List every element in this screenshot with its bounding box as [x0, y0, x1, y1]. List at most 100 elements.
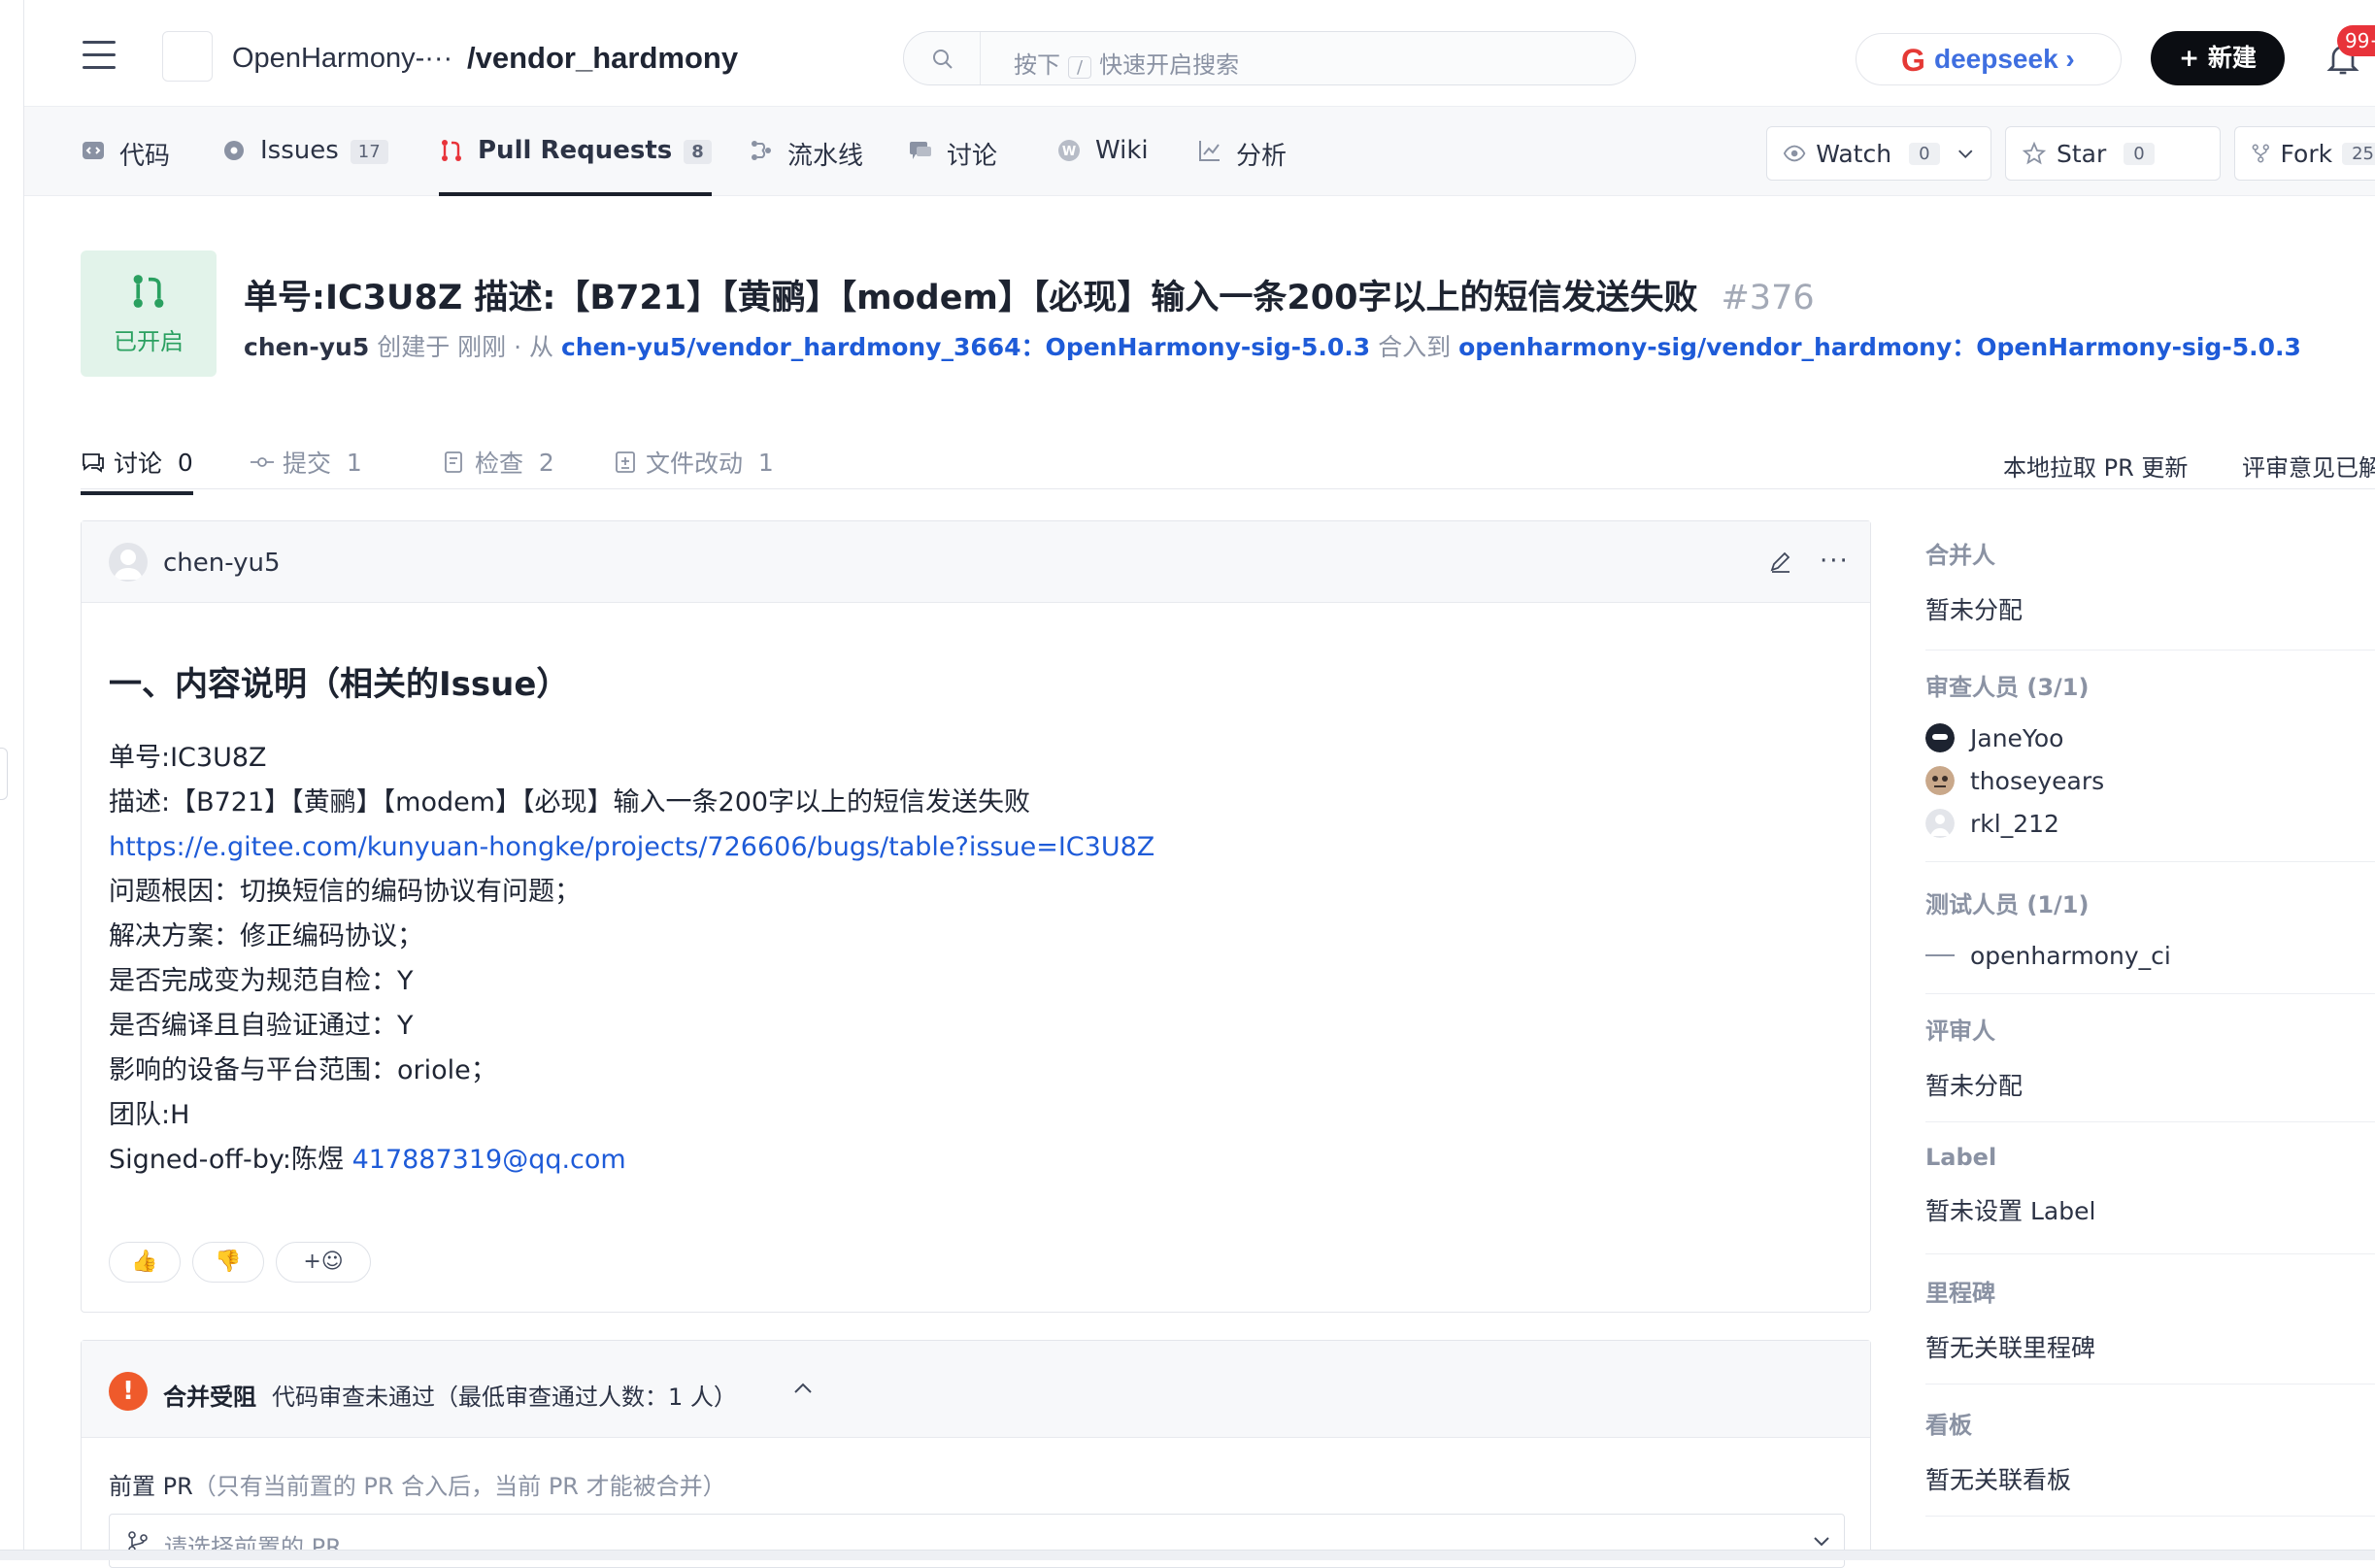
deepseek-label: deepseek ›	[1934, 44, 2075, 74]
prev-pr-label: 前置 PR（只有当前置的 PR 合入后，当前 PR 才能被合并）	[109, 1473, 726, 1500]
hamburger-menu-icon[interactable]	[83, 41, 116, 70]
sidebar-reviewers: 审查人员 (3/1) JaneYoo thoseyears rkl_212	[1925, 668, 2375, 862]
side-drawer-handle[interactable]	[0, 748, 8, 800]
tab-commits[interactable]: 提交 1	[250, 445, 362, 480]
sidebar-assessor-value: 暂未分配	[1925, 1072, 2024, 1100]
pr-title-text: 单号:IC3U8Z 描述:【B721】【黄鹂】【modem】【必现】输入一条20…	[244, 279, 1698, 317]
star-button[interactable]: Star 0	[2005, 126, 2221, 181]
nav-discussion-label: 讨论	[947, 142, 998, 171]
deepseek-button[interactable]: G deepseek ›	[1856, 33, 2122, 85]
nav-discussion[interactable]: 讨论	[908, 136, 997, 179]
chevron-up-icon[interactable]	[790, 1376, 816, 1401]
comment-body: 一、内容说明（相关的Issue） 单号:IC3U8Z 描述:【B721】【黄鹂】…	[82, 603, 1870, 1183]
watch-label: Watch	[1816, 139, 1892, 168]
commit-icon	[251, 457, 274, 467]
pr-source-branch[interactable]: chen-yu5/vendor_hardmony_3664：OpenHarmon…	[561, 333, 1370, 361]
avatar[interactable]	[109, 543, 148, 582]
comment-line: 是否完成变为规范自检：Y	[109, 966, 414, 996]
sidebar-testers-title[interactable]: 测试人员 (1/1)	[1925, 885, 2375, 919]
tester-name: openharmony_ci	[1970, 941, 2171, 970]
reviewer-name: thoseyears	[1970, 766, 2105, 795]
comment-line: 影响的设备与平台范围：oriole；	[109, 1055, 497, 1085]
comment-line: 单号:IC3U8Z	[109, 743, 267, 773]
pr-merge-into: 合入到	[1378, 333, 1452, 361]
chevron-down-icon	[1957, 150, 1972, 159]
issue-link[interactable]: https://e.gitee.com/kunyuan-hongke/proje…	[109, 825, 1843, 870]
new-button[interactable]: + 新建	[2151, 31, 2285, 85]
thumbs-up-button[interactable]: 👍	[109, 1242, 181, 1283]
nav-code[interactable]: 代码	[81, 136, 170, 179]
comment-card: chen-yu5 ··· 一、内容说明（相关的Issue） 单号:IC3U8Z …	[81, 520, 1871, 1313]
chevron-down-icon	[1814, 1537, 1829, 1547]
org-name[interactable]: OpenHarmony-···	[232, 43, 452, 75]
tab-files[interactable]: 文件改动 1	[613, 445, 774, 480]
pr-meta: chen-yu5 创建于 刚刚 · 从 chen-yu5/vendor_hard…	[244, 328, 2301, 363]
sidebar-board: 看板 暂无关联看板	[1925, 1406, 2375, 1517]
pr-tabs: 讨论 0 提交 1 检查 2 文件改动 1 本地拉取 PR 更新 评审意见已解决	[81, 437, 2375, 495]
sidebar-label-title[interactable]: Label	[1925, 1144, 2375, 1171]
watch-button[interactable]: Watch 0	[1766, 126, 1991, 181]
edit-icon[interactable]	[1767, 549, 1794, 576]
nav-analysis-label: 分析	[1236, 142, 1288, 171]
checklist-icon	[445, 451, 462, 473]
thumbs-down-button[interactable]: 👎	[192, 1242, 264, 1283]
nav-pipeline[interactable]: 流水线	[749, 136, 863, 179]
comment-icon	[83, 453, 104, 473]
nav-wiki[interactable]: W Wiki	[1056, 136, 1149, 179]
sidebar-merger-title[interactable]: 合并人	[1925, 536, 2375, 570]
pr-number: #376	[1721, 279, 1815, 317]
tab-discussion-count: 0	[177, 448, 193, 477]
nav-pull-requests[interactable]: Pull Requests 8	[439, 136, 712, 196]
reactions: 👍 👎 +☺	[109, 1242, 383, 1283]
tab-discussion-label: 讨论	[114, 450, 163, 478]
sidebar-reviewers-title[interactable]: 审查人员 (3/1)	[1925, 668, 2375, 702]
sidebar-label: Label 暂未设置 Label	[1925, 1144, 2375, 1254]
sidebar-board-value: 暂无关联看板	[1925, 1466, 2072, 1494]
fork-button[interactable]: Fork 25	[2234, 126, 2375, 181]
pr-status-label: 已开启	[114, 328, 184, 355]
reviewer-item[interactable]: thoseyears	[1925, 766, 2375, 795]
reviewer-item[interactable]: rkl_212	[1925, 809, 2375, 838]
wiki-icon: W	[1058, 140, 1080, 161]
email-link[interactable]: 417887319@qq.com	[352, 1145, 626, 1175]
comment-line: 描述:【B721】【黄鹂】【modem】【必现】输入一条200字以上的短信发送失…	[109, 787, 1031, 817]
tab-checks[interactable]: 检查 2	[442, 445, 554, 480]
nav-pull-requests-label: Pull Requests	[478, 136, 673, 165]
pr-target-branch[interactable]: openharmony-sig/vendor_hardmony：OpenHarm…	[1458, 333, 2301, 361]
tab-commits-label: 提交	[283, 450, 332, 478]
tester-item[interactable]: openharmony_ci	[1925, 941, 2375, 970]
reviewer-item[interactable]: JaneYoo	[1925, 723, 2375, 752]
sidebar-testers: 测试人员 (1/1) openharmony_ci	[1925, 885, 2375, 994]
avatar	[1925, 766, 1955, 795]
signed-off-line: Signed-off-by:陈煜 417887319@qq.com	[109, 1145, 626, 1175]
comment-line: 是否编译且自验证通过：Y	[109, 1011, 414, 1041]
pull-local-button[interactable]: 本地拉取 PR 更新	[2003, 449, 2188, 483]
comment-line: 团队:H	[109, 1100, 190, 1130]
avatar	[1925, 723, 1955, 752]
nav-code-label: 代码	[119, 142, 171, 171]
comment-header: chen-yu5 ···	[82, 521, 1870, 603]
search-placeholder: 按下 / 快速开启搜索	[1014, 51, 1240, 79]
reviewer-name: JaneYoo	[1970, 723, 2064, 752]
resolved-toggle[interactable]: 评审意见已解决	[2242, 449, 2375, 483]
pipeline-icon	[752, 141, 771, 160]
comment-line: 解决方案：修正编码协议；	[109, 921, 423, 951]
more-options-icon[interactable]: ···	[1820, 547, 1850, 576]
page-frame: OpenHarmony-··· /vendor_hardmony 按下 / 快速开启…	[23, 0, 2375, 1568]
sidebar-board-title[interactable]: 看板	[1925, 1406, 2375, 1440]
pr-author[interactable]: chen-yu5	[244, 333, 369, 361]
sidebar-assessor-title[interactable]: 评审人	[1925, 1012, 2375, 1046]
nav-issues[interactable]: Issues 17	[221, 136, 388, 179]
issue-icon	[224, 141, 244, 160]
svg-text:W: W	[1062, 145, 1076, 159]
sidebar-milestone-title[interactable]: 里程碑	[1925, 1274, 2375, 1308]
nav-analysis[interactable]: 分析	[1197, 136, 1287, 179]
search-input[interactable]: 按下 / 快速开启搜索	[903, 31, 1636, 85]
comment-line: 问题根因：切换短信的编码协议有问题；	[109, 877, 581, 907]
org-logo[interactable]	[162, 31, 213, 82]
comment-author[interactable]: chen-yu5	[163, 549, 281, 578]
merge-blocked-desc: 代码审查未通过（最低审查通过人数：1 人）	[272, 1384, 737, 1411]
tab-discussion[interactable]: 讨论 0	[81, 445, 193, 495]
add-reaction-button[interactable]: +☺	[276, 1242, 371, 1283]
repo-name[interactable]: /vendor_hardmony	[467, 41, 738, 76]
